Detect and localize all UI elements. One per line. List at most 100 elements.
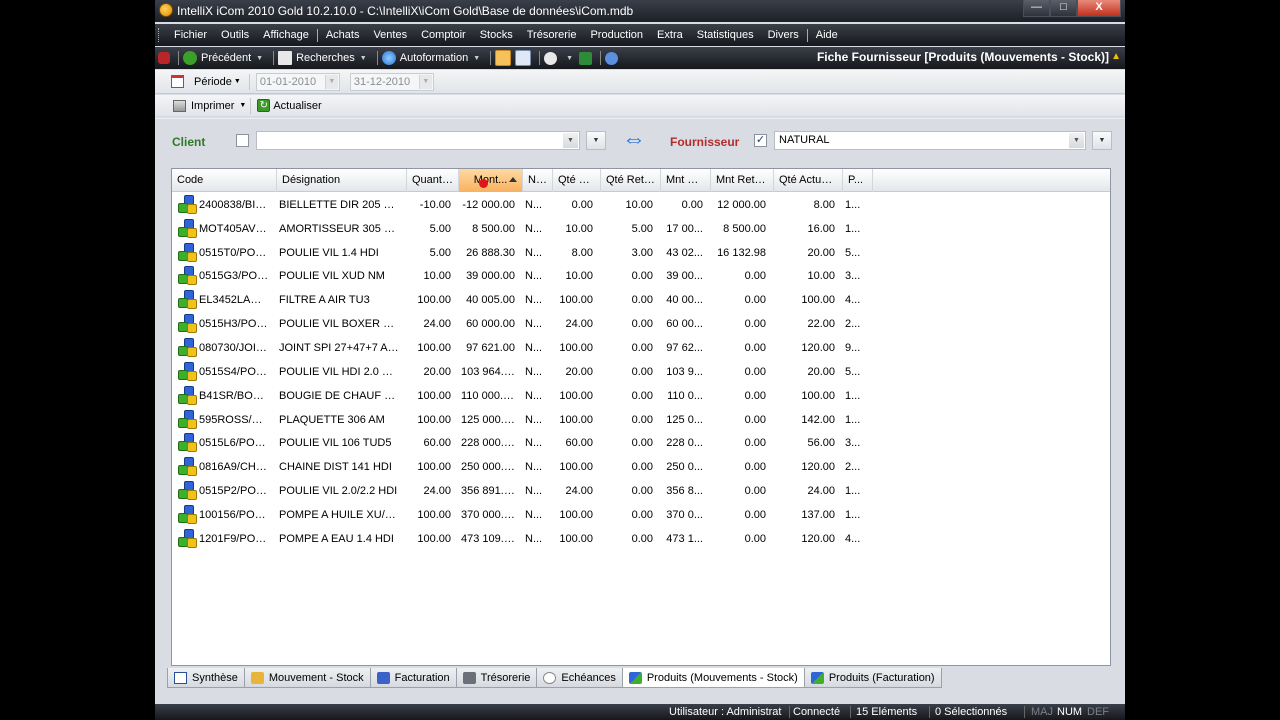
cell-mnt-retour: 0.00 [744,532,766,545]
client-expand-button[interactable]: ▼ [586,131,606,150]
status-maj: MAJ [1031,706,1053,718]
chevron-down-icon[interactable]: ▼ [239,102,246,109]
cell-p: 4... [845,294,861,307]
close-button[interactable]: X [1077,0,1121,17]
chevron-down-icon[interactable]: ▼ [566,55,573,62]
cell-p: 1... [845,389,861,402]
period-label[interactable]: Période [194,76,232,88]
menu-tresorerie[interactable]: Trésorerie [520,29,584,41]
client-checkbox[interactable] [236,134,249,147]
table-row[interactable]: 595ROSS/PL... PLAQUETTE 306 AM 100.00 125 0… [172,408,1110,432]
fournisseur-expand-button[interactable]: ▼ [1092,131,1112,150]
table-row[interactable]: 100156/POM... POMPE A HUILE XU/XU... 100.0… [172,503,1110,527]
tab-echeances[interactable]: Echéances [536,668,623,688]
col-header-mnt-retour[interactable]: Mnt Retour [711,169,774,192]
fournisseur-select[interactable]: NATURAL ▼ [774,131,1086,150]
table-row[interactable]: 1201F9/POM... POMPE A EAU 1.4 HDI 100.00 47… [172,527,1110,551]
col-header-designation[interactable]: Désignation [277,169,407,192]
menu-comptoir[interactable]: Comptoir [414,29,473,41]
date-to-field[interactable]: 31-12-2010 ▼ [349,72,434,91]
recherches-button[interactable]: Recherches ▼ [278,51,367,65]
menu-stocks[interactable]: Stocks [473,29,520,41]
menu-statistiques[interactable]: Statistiques [690,29,761,41]
product-icon [178,433,198,453]
menu-ventes[interactable]: Ventes [366,29,414,41]
menu-outils[interactable]: Outils [214,29,256,41]
calendar-icon [171,75,184,88]
col-header-qte-bon[interactable]: Qté Bon [553,169,601,192]
client-select[interactable]: ▼ [256,131,580,150]
chevron-down-icon[interactable]: ▼ [563,133,578,148]
refresh-button[interactable]: Actualiser [273,100,321,112]
table-row[interactable]: EL3452LAUT/... FILTRE A AIR TU3 100.00 40 0… [172,288,1110,312]
chevron-down-icon[interactable]: ▼ [1069,133,1084,148]
tab-facturation[interactable]: Facturation [369,668,457,688]
window-icon[interactable] [515,50,532,66]
cell-p: 3... [845,437,861,450]
cell-qte-actuelle: 8.00 [813,198,835,211]
tab-mouvement-stock[interactable]: Mouvement - Stock [243,668,371,688]
col-header-code[interactable]: Code [172,169,277,192]
cell-mnt-retour: 12 000.00 [717,198,766,211]
chevron-down-icon[interactable]: ▼ [256,55,263,62]
chat-icon[interactable] [544,51,558,65]
table-row[interactable]: 0515T0/POULIE POULIE VIL 1.4 HDI 5.00 26 88… [172,241,1110,265]
home-icon[interactable] [158,52,170,64]
col-header-p[interactable]: P... [843,169,873,192]
autoformation-button[interactable]: Autoformation ▼ [381,51,480,65]
excel-icon[interactable] [579,51,593,65]
cell-nom: N... [525,389,543,402]
swap-arrows-icon[interactable]: ⇔ [619,128,649,153]
col-header-nom[interactable]: Nom [523,169,553,192]
maximize-button[interactable]: □ [1050,0,1077,17]
table-row[interactable]: 0515G3/POULIE POULIE VIL XUD NM 10.00 39 00… [172,265,1110,289]
date-from-field[interactable]: 01-01-2010 ▼ [255,72,340,91]
table-row[interactable]: 0816A9/CHA... CHAINE DIST 141 HDI 100.00 25… [172,455,1110,479]
cell-quantite: 100.00 [417,294,451,307]
help-icon[interactable] [605,51,619,65]
chevron-down-icon[interactable]: ▼ [473,55,480,62]
menu-fichier[interactable]: Fichier [167,29,214,41]
tree-view-icon[interactable] [495,50,512,66]
menu-affichage[interactable]: Affichage [256,29,316,41]
table-row[interactable]: 0515P2/POULIE POULIE VIL 2.0/2.2 HDI 24.00… [172,479,1110,503]
cell-qte-retour: 0.00 [631,413,653,426]
toolbar-separator [600,51,602,65]
tab-synthese[interactable]: Synthèse [167,668,245,688]
clock-icon [543,671,557,684]
tab-produits-mouvements-stock[interactable]: Produits (Mouvements - Stock) [621,668,805,688]
minimize-button[interactable]: — [1023,0,1050,17]
table-row[interactable]: 2400838/BIE... BIELLETTE DIR 205 DYS -10.0… [172,193,1110,217]
menu-achats[interactable]: Achats [319,29,367,41]
tab-tresorerie[interactable]: Trésorerie [455,668,538,688]
chevron-down-icon[interactable]: ▼ [324,74,338,89]
toolbar-grip[interactable] [158,28,161,42]
fournisseur-checkbox[interactable]: ✓ [754,134,767,147]
chevron-down-icon[interactable]: ▼ [360,55,367,62]
cell-code: 0515L6/POULIE [199,437,274,450]
chevron-down-icon[interactable]: ▼ [234,78,241,85]
table-row[interactable]: 0515H3/POULIE POULIE VIL BOXER 2.5 D 24.00… [172,312,1110,336]
table-row[interactable]: B41SR/BOUG... BOUGIE DE CHAUF XU... 100.00… [172,384,1110,408]
menu-divers[interactable]: Divers [761,29,806,41]
pen-icon [376,671,390,684]
table-row[interactable]: 0515S4/POULIE POULIE VIL HDI 2.0 NM 20.00 1… [172,360,1110,384]
col-header-qte-retour[interactable]: Qté Retour [601,169,661,192]
table-row[interactable]: MOT405AV/A... AMORTISSEUR 305 NM... 5.00 8 … [172,217,1110,241]
menu-production[interactable]: Production [583,29,650,41]
col-header-qte-actuelle[interactable]: Qté Actuelle [774,169,843,192]
col-header-montant[interactable]: Mont... [459,169,523,192]
menu-aide[interactable]: Aide [809,29,845,41]
col-header-quantite[interactable]: Quantité [407,169,459,192]
menu-extra[interactable]: Extra [650,29,690,41]
cell-qte-bon: 100.00 [559,413,593,426]
app-icon[interactable] [159,3,173,17]
search-icon [278,51,293,65]
print-button[interactable]: Imprimer [191,100,234,112]
table-row[interactable]: 0515L6/POULIE POULIE VIL 106 TUD5 60.00 228… [172,431,1110,455]
tab-produits-facturation[interactable]: Produits (Facturation) [803,668,942,688]
chevron-down-icon[interactable]: ▼ [418,74,432,89]
table-row[interactable]: 080730/JOIN... JOINT SPI 27+47+7 A.... 100… [172,336,1110,360]
col-header-mnt-bon[interactable]: Mnt Bon [661,169,711,192]
precedent-button[interactable]: Précédent ▼ [183,51,263,65]
